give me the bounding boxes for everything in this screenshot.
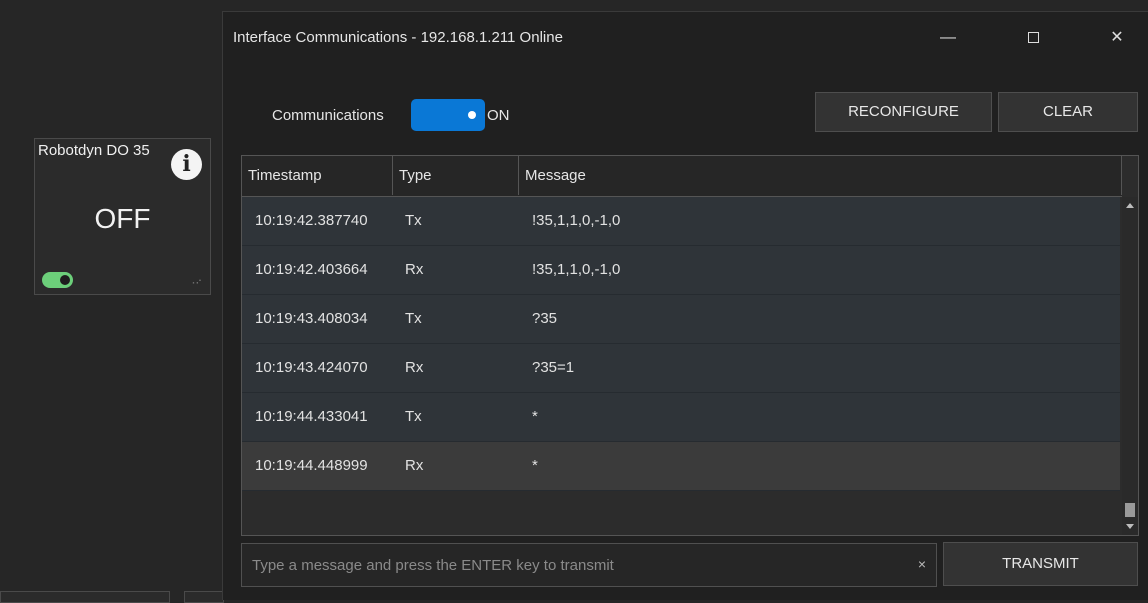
cell-timestamp: 10:19:43.424070	[255, 359, 368, 376]
table-row[interactable]: 10:19:43.424070 Rx ?35=1	[242, 344, 1120, 393]
cell-message: !35,1,1,0,-1,0	[532, 261, 621, 278]
cell-timestamp: 10:19:43.408034	[255, 310, 368, 327]
cell-type: Rx	[405, 261, 424, 278]
communications-toggle[interactable]	[411, 99, 485, 131]
grid-rows: 10:19:42.387740 Tx !35,1,1,0,-1,0 10:19:…	[242, 197, 1120, 491]
table-row[interactable]: 10:19:42.387740 Tx !35,1,1,0,-1,0	[242, 197, 1120, 246]
table-row[interactable]: 10:19:44.433041 Tx *	[242, 393, 1120, 442]
column-header-type[interactable]: Type	[393, 156, 519, 195]
toggle-knob	[468, 111, 476, 119]
cell-message: *	[532, 457, 538, 474]
vertical-scrollbar[interactable]	[1122, 197, 1138, 535]
background-panel-stub	[0, 591, 170, 603]
table-row[interactable]: 10:19:43.408034 Tx ?35	[242, 295, 1120, 344]
cell-type: Tx	[405, 212, 422, 229]
cell-message: !35,1,1,0,-1,0	[532, 212, 621, 229]
device-tile[interactable]: Robotdyn DO 35 i OFF ⠠⠔	[34, 138, 211, 295]
transmit-button[interactable]: TRANSMIT	[943, 542, 1138, 586]
scroll-down-icon[interactable]	[1126, 524, 1134, 529]
communications-label: Communications	[272, 107, 384, 124]
cell-type: Rx	[405, 359, 424, 376]
device-tile-title: Robotdyn DO 35	[38, 142, 150, 159]
cell-timestamp: 10:19:42.387740	[255, 212, 368, 229]
reconfigure-button[interactable]: RECONFIGURE	[815, 92, 992, 132]
cell-timestamp: 10:19:44.433041	[255, 408, 368, 425]
cell-type: Tx	[405, 408, 422, 425]
message-input[interactable]	[242, 544, 902, 586]
grid-header: Timestamp Type Message	[242, 156, 1122, 197]
communications-state: ON	[487, 107, 510, 124]
clear-button[interactable]: CLEAR	[998, 92, 1138, 132]
cell-message: ?35	[532, 310, 558, 327]
table-row[interactable]: 10:19:42.403664 Rx !35,1,1,0,-1,0	[242, 246, 1120, 295]
message-input-container: ×	[241, 543, 937, 587]
message-log-grid: Timestamp Type Message 10:19:42.387740 T…	[241, 155, 1139, 536]
cell-timestamp: 10:19:44.448999	[255, 457, 368, 474]
window-title: Interface Communications - 192.168.1.211…	[233, 29, 563, 46]
info-icon[interactable]: i	[171, 149, 202, 180]
device-state: OFF	[94, 203, 151, 234]
scrollbar-thumb[interactable]	[1125, 503, 1135, 517]
column-header-message[interactable]: Message	[519, 156, 1122, 195]
cell-message: *	[532, 408, 538, 425]
cell-type: Tx	[405, 310, 422, 327]
device-toggle[interactable]	[42, 272, 73, 288]
maximize-button[interactable]	[1010, 22, 1056, 54]
toggle-knob	[60, 275, 70, 285]
cell-message: ?35=1	[532, 359, 575, 376]
interface-communications-window: Interface Communications - 192.168.1.211…	[222, 11, 1148, 600]
maximize-icon	[1027, 32, 1039, 44]
cell-type: Rx	[405, 457, 424, 474]
scroll-up-icon[interactable]	[1126, 203, 1134, 208]
cell-timestamp: 10:19:42.403664	[255, 261, 368, 278]
minimize-button[interactable]: —	[925, 22, 971, 54]
close-button[interactable]: ✕	[1094, 22, 1140, 54]
table-row-selected[interactable]: 10:19:44.448999 Rx *	[242, 442, 1120, 491]
title-bar[interactable]: Interface Communications - 192.168.1.211…	[223, 12, 1148, 62]
column-header-timestamp[interactable]: Timestamp	[242, 156, 393, 195]
clear-input-icon[interactable]: ×	[918, 556, 926, 572]
background-panel-stub	[184, 591, 224, 603]
resize-grip-icon[interactable]: ⠠⠔	[189, 277, 202, 286]
